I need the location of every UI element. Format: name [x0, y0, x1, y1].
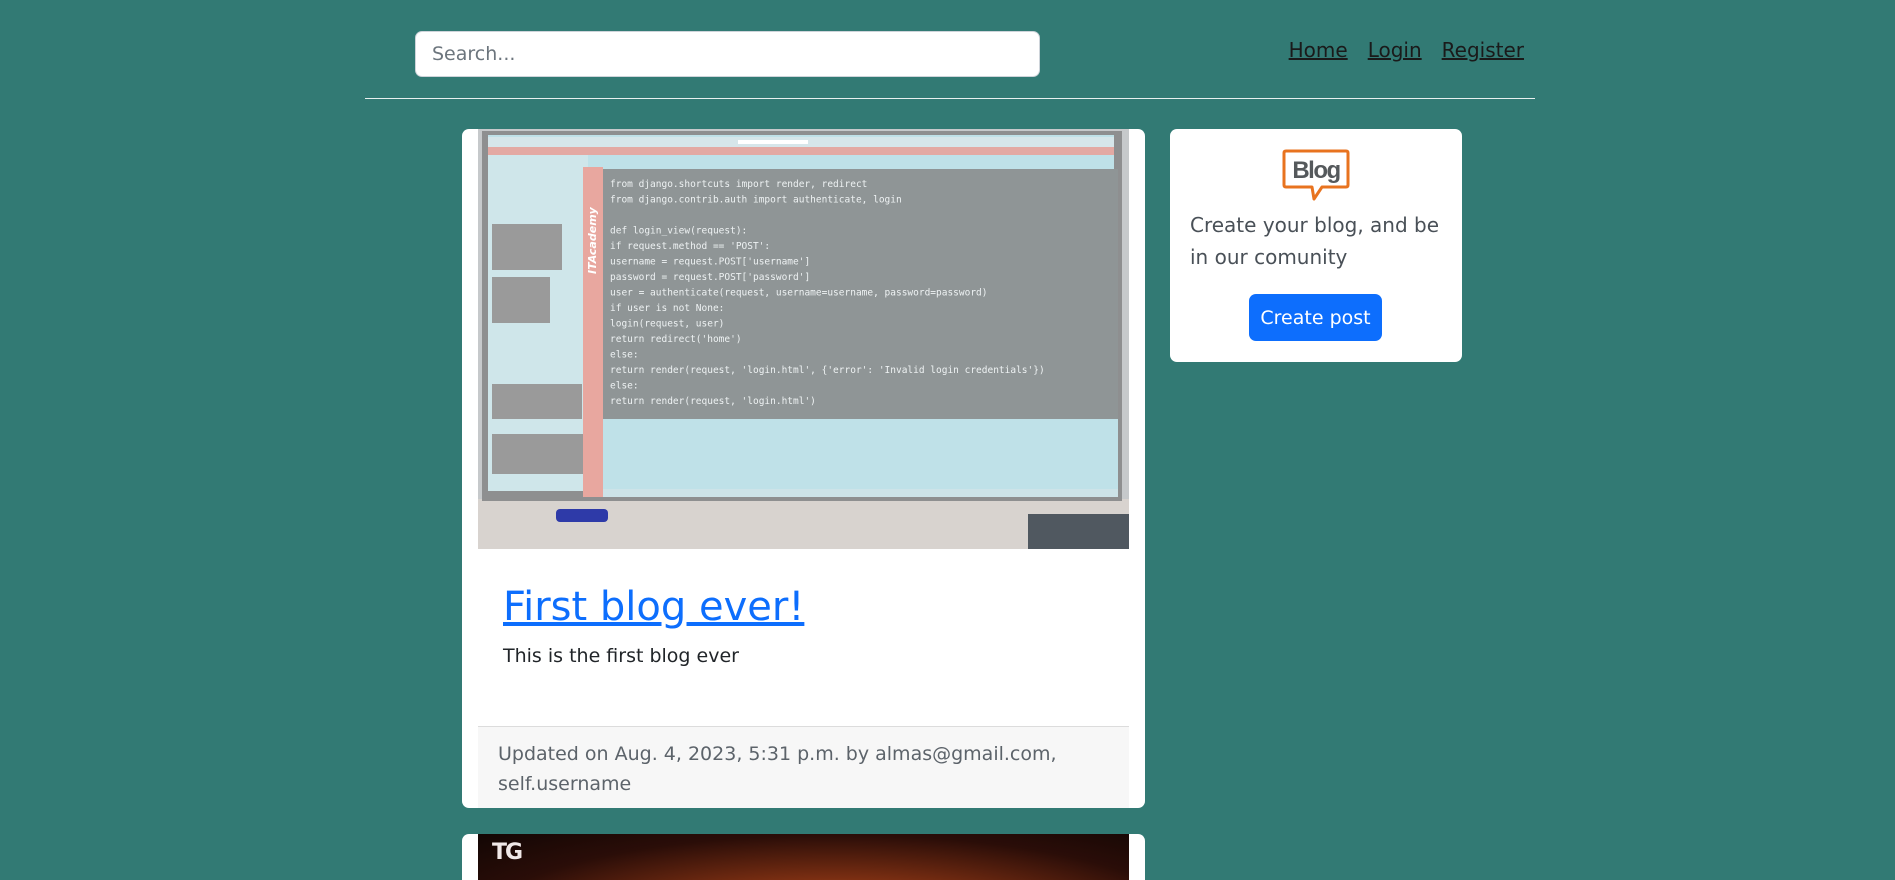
post-card: TG — [462, 834, 1145, 880]
code-line: return render(request, 'login.html', {'e… — [610, 365, 1045, 376]
code-line: password = request.POST['password'] — [610, 272, 810, 283]
code-line: if user is not None: — [610, 303, 724, 314]
code-line: username = request.POST['username'] — [610, 257, 810, 268]
blog-logo-text: Blog — [1292, 157, 1340, 184]
sidebar-text: Create your blog, and be in our comunity — [1190, 213, 1440, 269]
nav-login-link[interactable]: Login — [1368, 38, 1422, 62]
blog-logo-icon: Blog — [1282, 149, 1350, 201]
code-line: if request.method == 'POST': — [610, 241, 770, 252]
post-image[interactable]: ITAcademy from django.shortcuts import r… — [478, 129, 1129, 549]
code-line: return render(request, 'login.html') — [610, 396, 816, 407]
post-image-logo: TG — [492, 840, 523, 865]
code-line: return redirect('home') — [610, 334, 742, 345]
code-line: from django.shortcuts import render, red… — [610, 179, 867, 190]
header-divider — [365, 98, 1535, 99]
post-image-brand: ITAcademy — [586, 206, 599, 274]
code-line: else: — [610, 381, 639, 392]
code-line: from django.contrib.auth import authenti… — [610, 195, 902, 206]
search-input[interactable] — [415, 31, 1040, 77]
post-excerpt: This is the first blog ever — [503, 645, 739, 667]
create-post-button[interactable]: Create post — [1249, 294, 1382, 341]
nav-home-link[interactable]: Home — [1289, 38, 1348, 62]
page: Home Login Register ITAcademy — [0, 0, 1895, 880]
code-line: def login_view(request): — [610, 226, 747, 237]
code-line: else: — [610, 350, 639, 361]
post-image[interactable]: TG — [478, 834, 1129, 880]
post-meta: Updated on Aug. 4, 2023, 5:31 p.m. by al… — [498, 743, 1057, 795]
code-line: login(request, user) — [610, 319, 724, 330]
post-card: ITAcademy from django.shortcuts import r… — [462, 129, 1145, 808]
nav-register-link[interactable]: Register — [1442, 38, 1524, 62]
top-nav: Home Login Register — [1289, 38, 1524, 62]
post-image-photo: ITAcademy from django.shortcuts import r… — [478, 129, 1129, 549]
post-title-link[interactable]: First blog ever! — [503, 584, 804, 630]
sidebar-card: Blog Create your blog, and be in our com… — [1170, 129, 1462, 362]
post-footer: Updated on Aug. 4, 2023, 5:31 p.m. by al… — [478, 726, 1129, 808]
code-line: user = authenticate(request, username=us… — [610, 288, 988, 299]
